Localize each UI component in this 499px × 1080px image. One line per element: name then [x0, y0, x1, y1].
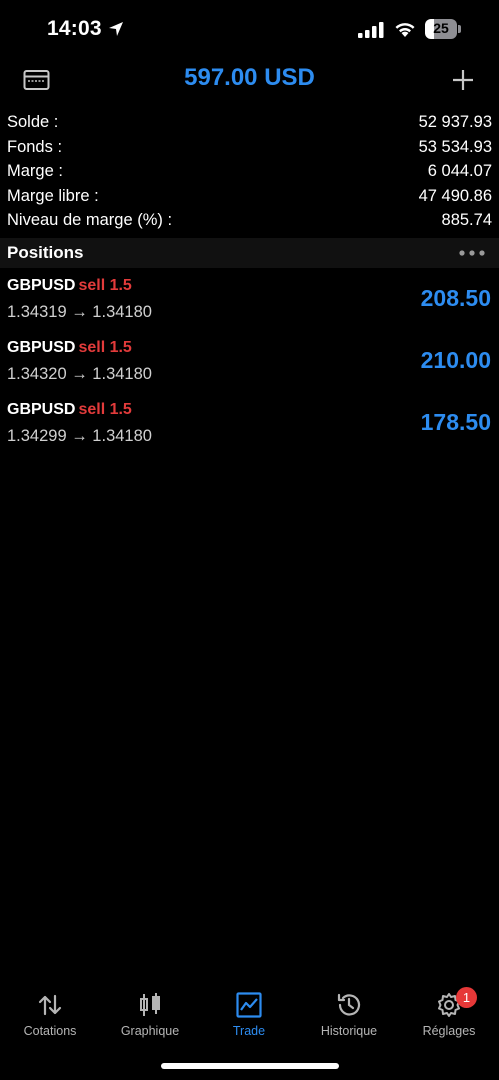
- tab-quotes[interactable]: Cotations: [0, 980, 100, 1042]
- position-symbol: GBPUSD: [7, 339, 76, 356]
- status-time: 14:03: [47, 17, 102, 40]
- tab-chart[interactable]: Graphique: [100, 980, 200, 1042]
- position-symbol-line: GBPUSD sell 1.5: [7, 277, 132, 295]
- home-indicator[interactable]: [161, 1063, 339, 1069]
- battery-indicator: 25: [425, 19, 461, 39]
- summary-label: Niveau de marge (%) :: [7, 211, 173, 229]
- top-navigation-bar: 597.00 USD: [0, 60, 499, 104]
- arrows-up-down-icon: [38, 994, 62, 1016]
- account-profit-title: 597.00 USD: [184, 64, 315, 91]
- tab-label: Cotations: [23, 1024, 77, 1038]
- positions-section-header: Positions: [0, 238, 499, 268]
- position-row[interactable]: GBPUSD sell 1.5 1.34319 → 1.34180 208.50: [0, 274, 499, 336]
- position-prices: 1.34320 → 1.34180: [7, 365, 152, 383]
- status-bar: 14:03 25: [0, 0, 499, 60]
- summary-label: Fonds :: [7, 137, 63, 156]
- summary-value: 47 490.86: [418, 186, 492, 205]
- summary-row-margin-level: Niveau de marge (%) : 885.74: [0, 209, 499, 234]
- summary-row-free-margin: Marge libre : 47 490.86: [0, 185, 499, 210]
- summary-row-margin: Marge : 6 044.07: [0, 160, 499, 185]
- account-summary: Solde : 52 937.93 Fonds : 53 534.93 Marg…: [0, 111, 499, 234]
- position-symbol: GBPUSD: [7, 401, 76, 418]
- position-side: sell 1.5: [78, 339, 132, 356]
- positions-list: GBPUSD sell 1.5 1.34319 → 1.34180 208.50 …: [0, 274, 499, 460]
- cellular-signal-icon: [358, 22, 384, 38]
- position-side: sell 1.5: [78, 277, 132, 294]
- tab-label: Historique: [320, 1024, 378, 1038]
- position-side: sell 1.5: [78, 401, 132, 418]
- summary-value: 53 534.93: [418, 137, 492, 156]
- notification-badge: 1: [456, 987, 477, 1008]
- summary-value: 885.74: [441, 211, 492, 229]
- position-prices: 1.34299 → 1.34180: [7, 427, 152, 445]
- tab-trade[interactable]: Trade: [199, 980, 299, 1042]
- positions-title: Positions: [7, 243, 84, 262]
- position-row[interactable]: GBPUSD sell 1.5 1.34320 → 1.34180 210.00: [0, 336, 499, 398]
- wifi-icon: [395, 23, 415, 37]
- summary-value: 52 937.93: [418, 113, 492, 131]
- tab-label: Réglages: [422, 1024, 476, 1038]
- battery-level: 25: [433, 20, 449, 36]
- plus-icon[interactable]: [451, 68, 475, 92]
- tab-label: Trade: [232, 1024, 266, 1038]
- position-symbol-line: GBPUSD sell 1.5: [7, 339, 132, 357]
- history-icon: [337, 993, 361, 1016]
- summary-label: Solde :: [7, 113, 59, 131]
- position-row[interactable]: GBPUSD sell 1.5 1.34299 → 1.34180 178.50: [0, 398, 499, 460]
- tab-label: Graphique: [120, 1024, 180, 1038]
- position-profit: 210.00: [420, 347, 491, 373]
- trade-chart-icon: [236, 992, 262, 1018]
- summary-label: Marge libre :: [7, 186, 99, 205]
- position-symbol-line: GBPUSD sell 1.5: [7, 401, 132, 419]
- more-options-icon[interactable]: [459, 250, 485, 256]
- candlestick-icon: [140, 993, 160, 1016]
- summary-value: 6 044.07: [427, 162, 492, 180]
- bottom-tab-bar: Cotations Graphique Trade Historique 1 R…: [0, 980, 499, 1050]
- position-symbol: GBPUSD: [7, 277, 76, 294]
- tab-history[interactable]: Historique: [299, 980, 399, 1042]
- summary-row-equity: Fonds : 53 534.93: [0, 136, 499, 161]
- position-profit: 208.50: [420, 285, 491, 311]
- position-prices: 1.34319 → 1.34180: [7, 303, 152, 321]
- summary-row-balance: Solde : 52 937.93: [0, 111, 499, 136]
- tab-settings[interactable]: 1 Réglages: [399, 980, 499, 1042]
- location-arrow-icon: [109, 22, 123, 36]
- position-profit: 178.50: [420, 409, 491, 435]
- summary-label: Marge :: [7, 162, 63, 180]
